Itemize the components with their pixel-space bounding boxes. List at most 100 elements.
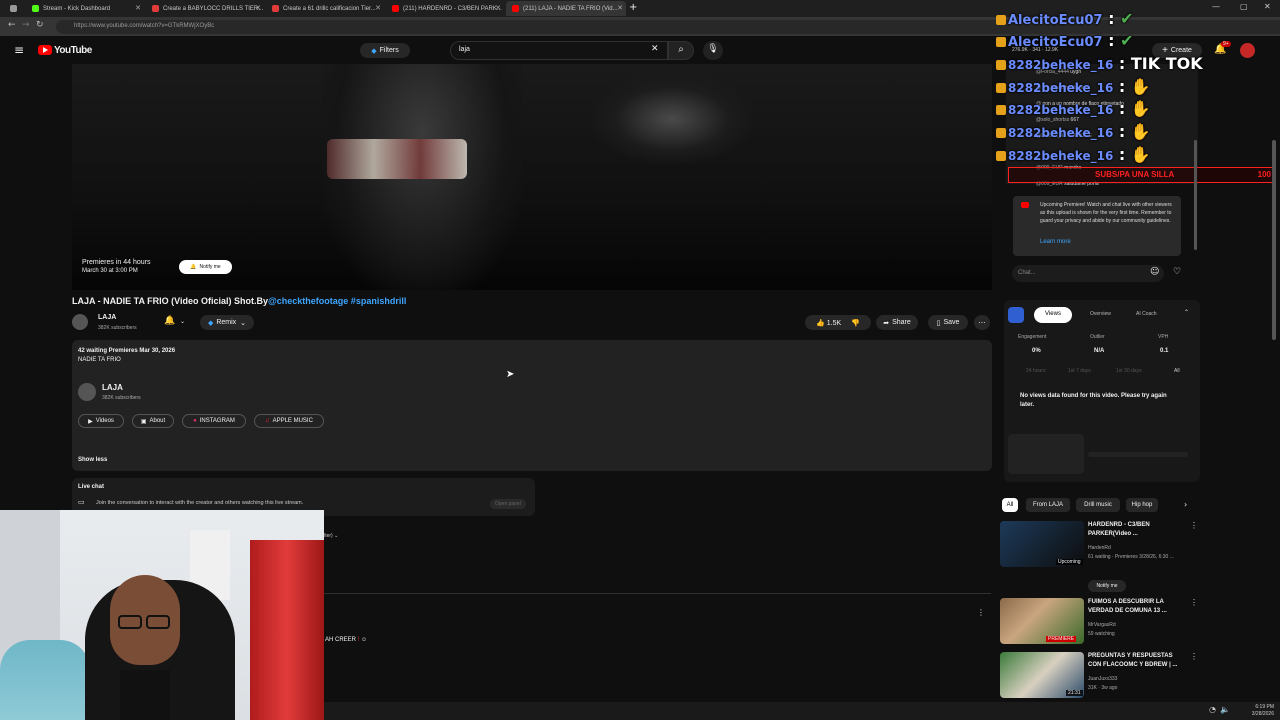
- close-icon[interactable]: ✕: [375, 4, 381, 12]
- recommendation-title[interactable]: PREGUNTAS Y RESPUESTAS CON FLACOOMC Y BD…: [1088, 652, 1184, 670]
- more-actions-button[interactable]: ⋯: [974, 315, 990, 330]
- emote-icon: ✋: [1130, 77, 1151, 96]
- recommendation-title[interactable]: FUIMOS A DESCUBRIR LA VERDAD DE COMUNA 1…: [1088, 598, 1184, 616]
- chat-scrollbar[interactable]: [1194, 140, 1197, 250]
- tab-ai-coach[interactable]: AI Coach: [1136, 311, 1157, 317]
- share-button[interactable]: ➦ Share: [876, 315, 918, 330]
- title-hashtags[interactable]: @checkthefootage #spanishdrill: [268, 296, 406, 306]
- more-icon[interactable]: ⋮: [1190, 521, 1198, 530]
- recommendation-channel[interactable]: MrVargasRd: [1088, 622, 1116, 628]
- save-button[interactable]: ▯ Save: [928, 315, 968, 330]
- chip-from-laja[interactable]: From LAJA: [1026, 498, 1070, 512]
- heart-icon[interactable]: ♡: [1173, 267, 1181, 277]
- chat-input[interactable]: Chat...: [1012, 265, 1164, 282]
- tab-overview-icon[interactable]: [4, 1, 24, 16]
- clock-time: 6:19 PM: [1255, 704, 1274, 710]
- upcoming-badge: Upcoming: [1056, 559, 1083, 565]
- about-button[interactable]: ▣ About: [132, 414, 174, 428]
- tab-tier1[interactable]: Create a BABYLOCC DRILLS TIER... ✕: [146, 1, 264, 16]
- description-channel-name[interactable]: LAJA: [102, 383, 123, 392]
- kick-icon: [32, 5, 39, 12]
- overlay-chat-line: 8282beheke_16 : ✋: [996, 99, 1151, 118]
- reload-icon[interactable]: ↻: [36, 20, 44, 30]
- notify-me-button[interactable]: 🔔 Notify me: [179, 260, 232, 274]
- minimize-icon[interactable]: —: [1212, 2, 1220, 11]
- description-box[interactable]: 42 waiting Premieres Mar 30, 2026 NADIE …: [72, 340, 992, 471]
- close-icon[interactable]: ✕: [495, 4, 501, 12]
- back-icon[interactable]: ←: [8, 20, 16, 30]
- chevron-down-icon: ⌄: [334, 533, 339, 539]
- instagram-button[interactable]: ● INSTAGRAM: [182, 414, 246, 428]
- channel-name[interactable]: LAJA: [98, 314, 116, 321]
- recommendation-item[interactable]: Upcoming HARDENRD - C3/BEN PARKER(Video …: [1000, 521, 1200, 567]
- description-channel-avatar[interactable]: [78, 383, 96, 401]
- remix-button[interactable]: ◆ Remix ⌄: [200, 315, 254, 330]
- subscribed-bell-icon[interactable]: 🔔: [164, 316, 175, 326]
- range-30d[interactable]: 1st 30 days: [1116, 368, 1142, 374]
- collapse-icon[interactable]: ⌃: [1184, 309, 1189, 316]
- range-24h[interactable]: 24 hours: [1026, 368, 1045, 374]
- tab-kick[interactable]: Stream - Kick Dashboard ✕: [26, 1, 144, 16]
- menu-icon[interactable]: ≡: [14, 43, 24, 57]
- open-panel-button[interactable]: Open panel: [490, 499, 526, 509]
- recommendation-channel[interactable]: HardenRd: [1088, 545, 1111, 551]
- wifi-icon[interactable]: ◔: [1209, 705, 1216, 714]
- youtube-logo-icon[interactable]: [38, 45, 52, 55]
- forward-icon[interactable]: →: [22, 20, 30, 30]
- recommendation-title[interactable]: HARDENRD - C3/BEN PARKER(Video ...: [1088, 521, 1184, 539]
- search-button[interactable]: ⌕: [668, 41, 694, 60]
- apple-music-button[interactable]: ♫ APPLE MUSIC: [254, 414, 324, 428]
- chip-all[interactable]: All: [1002, 498, 1018, 512]
- chip-hip-hop[interactable]: Hip hop: [1126, 498, 1158, 512]
- tab-views[interactable]: Views: [1034, 307, 1072, 323]
- channel-avatar[interactable]: [72, 314, 88, 330]
- taskbar-clock[interactable]: 6:19 PM 3/28/2026: [1252, 704, 1274, 718]
- outlier-value: N/A: [1094, 348, 1105, 354]
- recommendation-item[interactable]: PREMIERE FUIMOS A DESCUBRIR LA VERDAD DE…: [1000, 598, 1200, 644]
- recommendation-channel[interactable]: JuanJuxx333: [1088, 676, 1117, 682]
- emoji-icon[interactable]: ☺: [1150, 267, 1159, 277]
- chevron-right-icon[interactable]: ›: [1184, 500, 1187, 509]
- show-less-button[interactable]: Show less: [78, 457, 107, 463]
- video-title: LAJA - NADIE TA FRIO (Video Oficial) Sho…: [72, 296, 406, 306]
- more-icon[interactable]: ⋮: [1190, 652, 1198, 661]
- tab-hardenrd[interactable]: (211) HARDENRD - C3/BEN PARK... ✕: [386, 1, 504, 16]
- overlay-chat-user: 8282beheke_16: [1008, 126, 1114, 140]
- tab-laja[interactable]: (211) LAJA - NADIE TA FRIO (Vid... ✕: [506, 1, 626, 16]
- badge-icon: [996, 36, 1006, 47]
- comments-sort[interactable]: ilter) ⌄: [323, 533, 338, 539]
- notification-badge: 9+: [1221, 41, 1231, 47]
- search-input[interactable]: laja ✕: [450, 41, 668, 60]
- vph-label: VPH: [1158, 334, 1169, 340]
- video-player[interactable]: Premieres in 44 hours March 30 at 3:00 P…: [72, 64, 992, 290]
- like-button[interactable]: 👍 1.5K: [816, 319, 841, 327]
- youtube-logo-text[interactable]: YouTube: [54, 45, 92, 56]
- close-icon[interactable]: ✕: [255, 4, 261, 12]
- sub-goal-amount: 100: [1257, 170, 1271, 179]
- range-all[interactable]: All: [1174, 368, 1180, 374]
- voice-search-button[interactable]: 🎙: [703, 41, 723, 60]
- recommendation-item[interactable]: 21:31 PREGUNTAS Y RESPUESTAS CON FLACOOM…: [1000, 652, 1200, 698]
- volume-icon[interactable]: 🔈: [1220, 705, 1230, 714]
- close-window-icon[interactable]: ✕: [1264, 2, 1271, 11]
- notify-me-button[interactable]: Notify me: [1088, 580, 1126, 592]
- videos-button[interactable]: ▶ Videos: [78, 414, 124, 428]
- more-icon[interactable]: ⋮: [1190, 598, 1198, 607]
- learn-more-link[interactable]: Learn more: [1040, 239, 1071, 245]
- chip-drill-music[interactable]: Drill music: [1076, 498, 1120, 512]
- video-waistband: [327, 139, 467, 179]
- new-tab-button[interactable]: +: [629, 2, 637, 13]
- close-icon[interactable]: ✕: [135, 4, 141, 12]
- page-scrollbar[interactable]: [1272, 140, 1276, 340]
- tab-tier2[interactable]: Create a 61 drillc calificacion Tier... ✕: [266, 1, 384, 16]
- filters-button[interactable]: ◆ Filters: [360, 43, 410, 58]
- range-7d[interactable]: 1st 7 days: [1068, 368, 1091, 374]
- dislike-button[interactable]: 👎: [851, 319, 860, 327]
- chevron-down-icon[interactable]: ⌄: [180, 318, 185, 325]
- account-avatar[interactable]: [1240, 43, 1255, 58]
- tab-overview[interactable]: Overview: [1090, 311, 1111, 317]
- clear-search-icon[interactable]: ✕: [651, 44, 659, 54]
- maximize-icon[interactable]: ▢: [1240, 2, 1248, 11]
- comment-more-icon[interactable]: ⋮: [977, 608, 985, 617]
- close-icon[interactable]: ✕: [617, 4, 623, 12]
